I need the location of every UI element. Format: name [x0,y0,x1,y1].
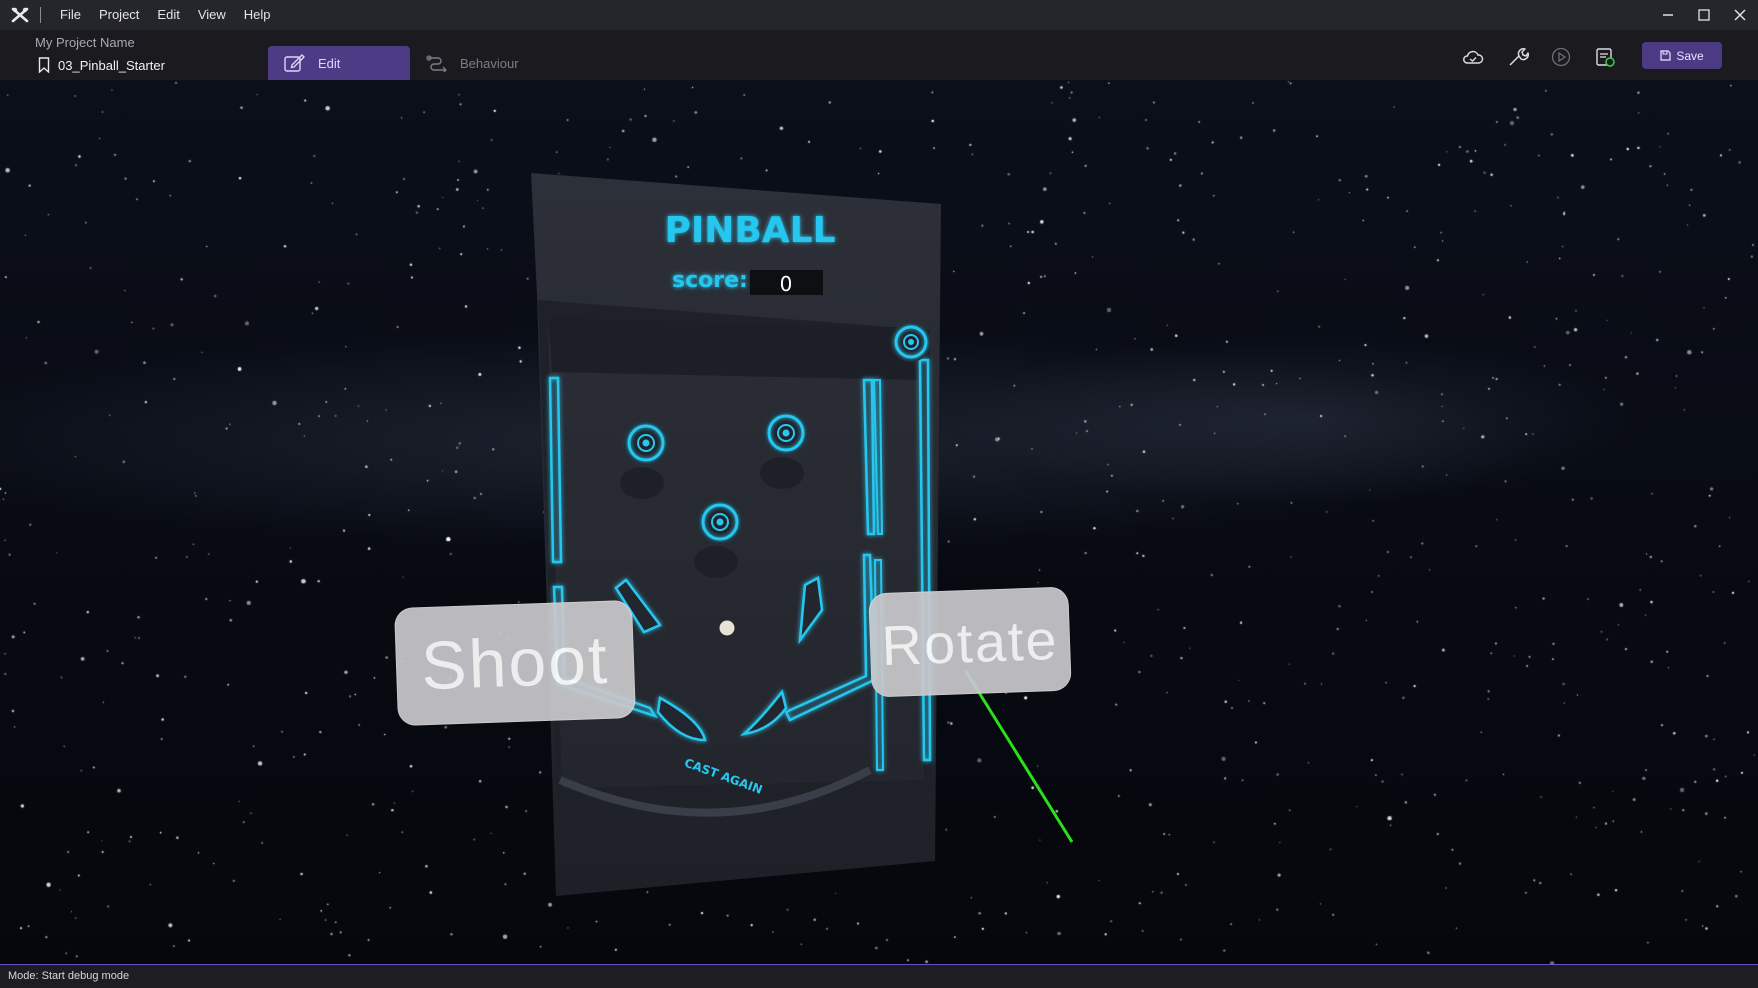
wrench-icon[interactable] [1505,44,1531,70]
edit-icon [284,54,305,72]
save-button-label: Save [1676,48,1704,63]
tab-edit[interactable]: Edit [268,46,410,80]
shoot-button-label: Shoot [419,621,611,705]
pointer-ray [963,669,1074,843]
status-text: Mode: Start debug mode [8,970,130,982]
title-bar: File Project Edit View Help [0,0,1758,30]
score-value: 0 [780,272,793,296]
rotate-button-label: Rotate [880,607,1060,677]
minimize-icon[interactable] [1650,0,1686,30]
close-icon[interactable] [1722,0,1758,30]
publish-icon[interactable] [1592,44,1618,70]
menu-help[interactable]: Help [235,0,280,30]
app-logo-icon[interactable] [0,0,40,30]
menu-view[interactable]: View [189,0,235,30]
tab-behaviour[interactable]: Behaviour [410,46,560,80]
tab-behaviour-label: Behaviour [460,55,519,71]
score-label: score: [672,268,748,293]
scene-viewport[interactable]: PINBALL score: 0 CAST AGAIN Shoot Rotate [0,80,1758,964]
project-bar: My Project Name 03_Pinball_Starter Edit … [0,30,1758,80]
rotate-button[interactable]: Rotate [868,586,1072,698]
shoot-button[interactable]: Shoot [394,599,636,727]
behaviour-icon [426,55,447,72]
project-name[interactable]: My Project Name [35,35,135,50]
cloud-icon[interactable] [1460,44,1486,70]
save-icon [1660,50,1671,61]
pinball-machine[interactable]: PINBALL score: 0 CAST AGAIN [0,80,1758,964]
window-controls [1650,0,1758,30]
maximize-icon[interactable] [1686,0,1722,30]
status-bar: Mode: Start debug mode [0,964,1758,988]
bookmark-icon [38,57,50,73]
pinball-ball [719,620,735,636]
scene-selector[interactable]: 03_Pinball_Starter [38,57,165,73]
pinball-title: PINBALL [664,210,835,251]
play-icon[interactable] [1548,44,1574,70]
scene-name: 03_Pinball_Starter [58,57,165,73]
editor-window: File Project Edit View Help My Project N… [0,0,1758,988]
menu-file[interactable]: File [51,0,90,30]
menu-project[interactable]: Project [90,0,148,30]
save-button[interactable]: Save [1642,42,1722,69]
playfield-top-shelf [548,317,920,380]
tab-edit-label: Edit [318,55,341,71]
menu-edit[interactable]: Edit [148,0,188,30]
title-separator [40,7,41,23]
